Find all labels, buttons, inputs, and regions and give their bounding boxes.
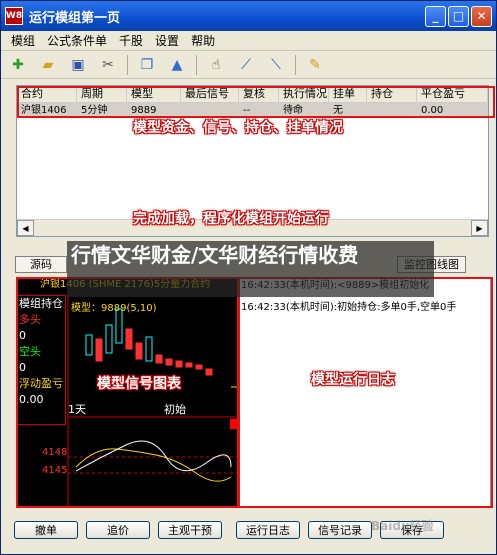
bell-icon[interactable]: ▲ xyxy=(166,54,188,76)
annotation-chart: 模型信号图表 xyxy=(97,376,181,392)
open-folder-icon[interactable]: ▰ xyxy=(37,54,59,76)
minimize-button[interactable]: _ xyxy=(425,5,446,27)
scroll-left-icon[interactable]: ◀ xyxy=(17,220,34,236)
annotation-log: 模型运行日志 xyxy=(311,372,395,388)
annotation-load: 完成加载，程序化模组开始运行 xyxy=(133,211,329,227)
cancel-order-button[interactable]: 撤单 xyxy=(14,521,78,539)
annotation-grid: 模型资金、信号、持仓、挂单情况 xyxy=(133,120,343,136)
window-title: 运行模组第一页 xyxy=(29,10,121,26)
app-icon: W8 xyxy=(5,7,23,25)
toolbar-separator xyxy=(295,54,296,75)
note-icon[interactable]: ✎ xyxy=(304,54,326,76)
highlight-grid-box xyxy=(17,86,495,118)
scroll-right-icon[interactable]: ▶ xyxy=(471,220,488,236)
run-log-button[interactable]: 运行日志 xyxy=(236,521,300,539)
save-icon[interactable]: ▣ xyxy=(67,54,89,76)
chase-price-button[interactable]: 追价 xyxy=(86,521,150,539)
tab-source[interactable]: 源码 xyxy=(15,256,67,273)
menu-intervene[interactable]: 千股 xyxy=(113,32,149,49)
close-button[interactable]: ✕ xyxy=(471,5,492,27)
menu-formula-order[interactable]: 公式条件单 xyxy=(41,32,113,49)
signal-rise-icon[interactable]: ⟋ xyxy=(235,54,257,76)
signal-fall-icon[interactable]: ⟍ xyxy=(265,54,287,76)
watermark: Baidu经验 xyxy=(371,519,434,533)
add-icon[interactable]: ✚ xyxy=(7,54,29,76)
copy-icon[interactable]: ❐ xyxy=(136,54,158,76)
toolbar: ✚ ▰ ▣ ✂ ❐ ▲ ☝ ⟋ ⟍ ✎ xyxy=(1,51,496,79)
menu-settings[interactable]: 设置 xyxy=(149,32,185,49)
toolbar-separator xyxy=(127,54,128,75)
hand-icon[interactable]: ☝ xyxy=(205,54,227,76)
cut-icon[interactable]: ✂ xyxy=(97,54,119,76)
maximize-button[interactable]: □ xyxy=(448,5,469,27)
menu-module[interactable]: 模组 xyxy=(5,32,41,49)
toolbar-separator xyxy=(196,54,197,75)
menu-help[interactable]: 帮助 xyxy=(185,32,221,49)
overlay-text: 行情文华财金/文华财经行情收费 xyxy=(71,243,359,267)
menu-bar: 模组 公式条件单 千股 设置 帮助 xyxy=(1,31,496,51)
highlight-log-box xyxy=(238,277,493,508)
main-window: W8 运行模组第一页 _ □ ✕ 模组 公式条件单 千股 设置 帮助 ✚ ▰ ▣… xyxy=(0,0,497,555)
manual-intervene-button[interactable]: 主观干预 xyxy=(158,521,222,539)
title-bar[interactable]: W8 运行模组第一页 _ □ ✕ xyxy=(1,1,496,31)
signal-record-button[interactable]: 信号记录 xyxy=(308,521,372,539)
